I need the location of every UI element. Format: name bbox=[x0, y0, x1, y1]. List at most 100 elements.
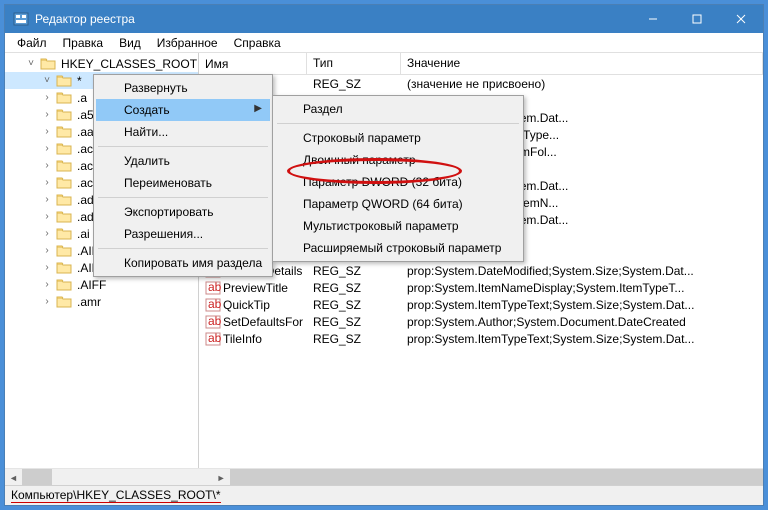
maximize-button[interactable] bbox=[675, 5, 719, 33]
svg-text:ab: ab bbox=[208, 332, 221, 345]
chevron-right-icon[interactable]: › bbox=[41, 92, 53, 103]
folder-icon bbox=[56, 91, 72, 105]
titlebar: Редактор реестра bbox=[5, 5, 763, 33]
ctx-new-qword[interactable]: Параметр QWORD (64 бита) bbox=[275, 193, 521, 215]
tree-label: .ai bbox=[77, 227, 90, 241]
scrollbar-horizontal[interactable]: ◄ ► bbox=[5, 468, 763, 485]
list-row[interactable]: abPreviewTitleREG_SZprop:System.ItemName… bbox=[199, 279, 763, 296]
value-type: REG_SZ bbox=[307, 298, 401, 312]
value-name: TileInfo bbox=[223, 332, 262, 346]
string-value-icon: ab bbox=[205, 332, 221, 346]
ctx-rename[interactable]: Переименовать bbox=[96, 172, 270, 194]
ctx-new-expand[interactable]: Расширяемый строковый параметр bbox=[275, 237, 521, 259]
col-header-name[interactable]: Имя bbox=[199, 53, 307, 74]
scroll-thumb[interactable] bbox=[22, 469, 52, 485]
scroll-right-button[interactable]: ► bbox=[213, 469, 230, 486]
tree-label: HKEY_CLASSES_ROOT bbox=[61, 57, 197, 71]
folder-icon bbox=[56, 227, 72, 241]
ctx-new-key[interactable]: Раздел bbox=[275, 98, 521, 120]
folder-icon bbox=[56, 261, 72, 275]
ctx-new-string[interactable]: Строковый параметр bbox=[275, 127, 521, 149]
list-row[interactable]: abSetDefaultsFor REG_SZprop:System.Author… bbox=[199, 313, 763, 330]
value-data: prop:System.Author;System.Document.DateC… bbox=[401, 315, 763, 329]
ctx-new-binary[interactable]: Двоичный параметр bbox=[275, 149, 521, 171]
chevron-right-icon: ▶ bbox=[254, 103, 262, 114]
window-title: Редактор реестра bbox=[35, 12, 631, 26]
col-header-value[interactable]: Значение bbox=[401, 53, 763, 74]
value-name: SetDefaultsFor bbox=[223, 315, 303, 329]
chevron-right-icon[interactable]: › bbox=[41, 279, 53, 290]
ctx-new-dword[interactable]: Параметр DWORD (32 бита) bbox=[275, 171, 521, 193]
chevron-right-icon[interactable]: › bbox=[41, 228, 53, 239]
ctx-delete[interactable]: Удалить bbox=[96, 150, 270, 172]
chevron-right-icon[interactable]: › bbox=[41, 245, 53, 256]
folder-icon bbox=[56, 125, 72, 139]
close-button[interactable] bbox=[719, 5, 763, 33]
scroll-left-button[interactable]: ◄ bbox=[5, 469, 22, 486]
folder-icon bbox=[56, 244, 72, 258]
svg-text:ab: ab bbox=[208, 298, 221, 311]
string-value-icon: ab bbox=[205, 315, 221, 329]
tree-item[interactable]: ›.AIFF bbox=[5, 276, 198, 293]
menubar: Файл Правка Вид Избранное Справка bbox=[5, 33, 763, 53]
chevron-right-icon[interactable]: › bbox=[41, 262, 53, 273]
ctx-copykey[interactable]: Копировать имя раздела bbox=[96, 252, 270, 274]
chevron-right-icon[interactable]: › bbox=[41, 160, 53, 171]
folder-icon bbox=[56, 159, 72, 173]
folder-icon bbox=[56, 74, 72, 88]
folder-icon bbox=[56, 278, 72, 292]
separator bbox=[98, 197, 268, 198]
app-icon bbox=[13, 11, 29, 27]
col-header-type[interactable]: Тип bbox=[307, 53, 401, 74]
ctx-find[interactable]: Найти... bbox=[96, 121, 270, 143]
folder-icon bbox=[56, 193, 72, 207]
ctx-export[interactable]: Экспортировать bbox=[96, 201, 270, 223]
list-row[interactable]: abPreviewDetailsREG_SZprop:System.DateMo… bbox=[199, 262, 763, 279]
tree-item[interactable]: ˅ HKEY_CLASSES_ROOT bbox=[5, 55, 198, 72]
chevron-right-icon[interactable]: › bbox=[41, 211, 53, 222]
value-data: (значение не присвоено) bbox=[401, 77, 763, 91]
value-type: REG_SZ bbox=[307, 281, 401, 295]
chevron-right-icon[interactable]: › bbox=[41, 177, 53, 188]
chevron-right-icon[interactable]: › bbox=[41, 126, 53, 137]
chevron-right-icon[interactable]: › bbox=[41, 194, 53, 205]
menu-edit[interactable]: Правка bbox=[55, 34, 112, 52]
ctx-create-label: Создать bbox=[124, 103, 170, 117]
chevron-right-icon[interactable]: › bbox=[41, 109, 53, 120]
folder-icon bbox=[56, 108, 72, 122]
ctx-expand[interactable]: Развернуть bbox=[96, 77, 270, 99]
value-data: prop:System.DateModified;System.Size;Sys… bbox=[401, 264, 763, 278]
chevron-down-icon[interactable]: ˅ bbox=[41, 75, 53, 86]
menu-view[interactable]: Вид bbox=[111, 34, 149, 52]
list-row[interactable]: нию)REG_SZ(значение не присвоено) bbox=[199, 75, 763, 92]
value-type: REG_SZ bbox=[307, 315, 401, 329]
value-type: REG_SZ bbox=[307, 332, 401, 346]
svg-text:ab: ab bbox=[208, 315, 221, 328]
value-data: prop:System.ItemNameDisplay;System.ItemT… bbox=[401, 281, 763, 295]
chevron-right-icon[interactable]: › bbox=[41, 143, 53, 154]
minimize-button[interactable] bbox=[631, 5, 675, 33]
chevron-down-icon[interactable]: ˅ bbox=[25, 58, 37, 69]
separator bbox=[277, 123, 519, 124]
menu-favorites[interactable]: Избранное bbox=[149, 34, 226, 52]
chevron-right-icon[interactable]: › bbox=[41, 296, 53, 307]
ctx-perms[interactable]: Разрешения... bbox=[96, 223, 270, 245]
menu-help[interactable]: Справка bbox=[226, 34, 289, 52]
context-menu-create: Раздел Строковый параметр Двоичный парам… bbox=[272, 95, 524, 262]
value-name: QuickTip bbox=[223, 298, 270, 312]
list-row[interactable]: abTileInfo REG_SZprop:System.ItemTypeText… bbox=[199, 330, 763, 347]
ctx-create[interactable]: Создать ▶ bbox=[96, 99, 270, 121]
value-type: REG_SZ bbox=[307, 77, 401, 91]
value-type: REG_SZ bbox=[307, 264, 401, 278]
value-data: prop:System.ItemTypeText;System.Size;Sys… bbox=[401, 332, 763, 346]
folder-icon bbox=[56, 142, 72, 156]
context-menu-main: Развернуть Создать ▶ Найти... Удалить Пер… bbox=[93, 74, 273, 277]
tree-item[interactable]: ›.amr bbox=[5, 293, 198, 310]
list-row[interactable]: abQuickTipREG_SZprop:System.ItemTypeText… bbox=[199, 296, 763, 313]
ctx-new-multi[interactable]: Мультистроковый параметр bbox=[275, 215, 521, 237]
tree-label: .a bbox=[77, 91, 87, 105]
menu-file[interactable]: Файл bbox=[9, 34, 55, 52]
folder-icon bbox=[56, 295, 72, 309]
separator bbox=[98, 146, 268, 147]
folder-icon bbox=[56, 210, 72, 224]
